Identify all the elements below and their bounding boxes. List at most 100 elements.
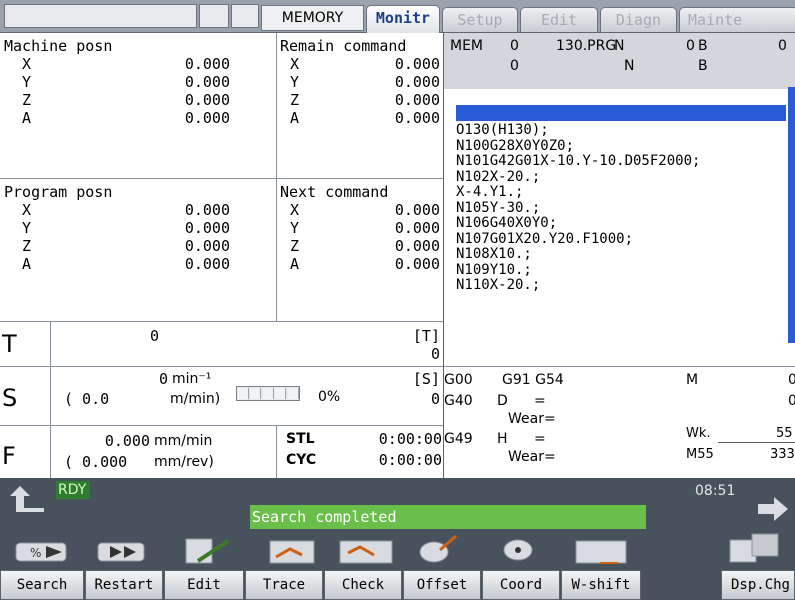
b-label-1: B — [698, 38, 708, 54]
modal-g91-g54: G91 G54 — [502, 372, 564, 388]
stl-time: 0:00:00 — [378, 430, 442, 448]
spindle-load-meter — [236, 386, 300, 401]
program-scrollbar[interactable] — [788, 87, 795, 343]
status-message-bar: Search completed — [250, 505, 646, 529]
tab-diagn[interactable]: Diagn — [600, 7, 677, 32]
program-line: N105Y-30.; — [456, 199, 541, 216]
cyc-time: 0:00:00 — [378, 451, 442, 469]
machine-posn-title: Machine posn — [4, 37, 113, 55]
f-per-rev-unit: mm/rev) — [154, 454, 214, 470]
tab-mainte[interactable]: Mainte — [679, 7, 795, 32]
divider-horizontal-t — [0, 321, 443, 322]
divider-horizontal-f — [0, 425, 443, 426]
mem-label: MEM — [450, 38, 484, 54]
d-equals: = — [534, 393, 546, 409]
o-number-1: 0 — [510, 38, 519, 54]
axis-value: 0.000 — [184, 91, 230, 109]
tab-edit[interactable]: Edit — [520, 7, 598, 32]
softkey-offset[interactable]: Offset — [403, 570, 481, 600]
clock: 08:51 — [695, 483, 736, 499]
f-label: F — [2, 442, 16, 470]
axis-label: X — [22, 201, 32, 219]
f-feed-unit: mm/min — [154, 433, 213, 449]
program-line: N100G28X0Y0Z0; — [456, 137, 575, 154]
current-line-highlight — [456, 105, 786, 121]
axis-label: Y — [290, 73, 300, 91]
w-shift-key-icon — [575, 540, 627, 564]
restart-key-icon — [97, 542, 145, 562]
softkey-w-shift[interactable]: W-shift — [561, 570, 641, 600]
s-surface-speed: ( 0.0 — [64, 390, 110, 408]
softkey-trace[interactable]: Trace — [245, 570, 323, 600]
search-key-icon: % — [15, 542, 67, 562]
axis-label: A — [290, 255, 300, 273]
wear-label-2: Wear= — [508, 449, 556, 465]
axis-label: Z — [22, 91, 32, 109]
display-change-key-icon — [729, 533, 779, 563]
top-bar-slot-1 — [199, 4, 229, 28]
softkey-search[interactable]: Search — [0, 570, 84, 600]
divider-vertical-center — [443, 33, 444, 478]
program-line: N109Y10.; — [456, 261, 532, 278]
softkey-restart[interactable]: Restart — [85, 570, 163, 600]
axis-value: 0.000 — [184, 237, 230, 255]
h-equals: = — [534, 431, 546, 447]
axis-label: X — [290, 55, 300, 73]
coord-key-icon — [503, 539, 533, 561]
s-label: S — [2, 384, 18, 412]
axis-label: Z — [22, 237, 32, 255]
program-line: N101G42G01X-10.Y-10.D05F2000; — [456, 153, 701, 169]
next-page-arrow-icon[interactable] — [754, 494, 794, 524]
modal-g40: G40 — [444, 393, 473, 409]
t-sub-value: 0 — [430, 345, 440, 363]
load-meter-cell — [238, 388, 249, 399]
t-label: T — [2, 330, 17, 358]
axis-value: 0.000 — [394, 109, 440, 127]
program-line: N107G01X20.Y20.F1000; — [456, 230, 634, 247]
axis-value: 0.000 — [394, 237, 440, 255]
divider-vertical-label — [50, 321, 51, 478]
s-load-percent: 0% — [318, 389, 341, 405]
softkey-blank — [642, 570, 720, 600]
offset-key-icon — [419, 534, 457, 563]
n-label-1: N — [614, 38, 625, 54]
program-line: N110X-20.; — [456, 277, 541, 293]
load-meter-cell — [250, 388, 262, 399]
s-speed: 0 — [158, 370, 168, 388]
axis-value: 0.000 — [394, 255, 440, 273]
program-listing[interactable]: O130(H130); N100G28X0Y0Z0; N101G42G01X-1… — [448, 89, 788, 339]
m-value-1: 0 — [788, 372, 795, 388]
softkey-edit[interactable]: Edit — [164, 570, 244, 600]
return-up-arrow-icon[interactable] — [6, 484, 48, 514]
divider-horizontal-posn — [0, 178, 443, 179]
check-key-icon — [339, 540, 393, 564]
axis-label: A — [22, 255, 32, 273]
axis-value: 0.000 — [394, 55, 440, 73]
trace-key-icon — [269, 540, 315, 564]
next-command-title: Next command — [280, 183, 389, 201]
h-label: H — [497, 431, 508, 447]
axis-label: X — [290, 201, 300, 219]
modal-g00: G00 — [444, 372, 473, 388]
n-value-1: 0 — [686, 38, 695, 54]
top-bar-slot-2 — [231, 4, 259, 28]
axis-label: A — [22, 109, 32, 127]
softkey-dsp-chg[interactable]: Dsp.Chg — [721, 570, 795, 600]
f-feed: 0.000 — [104, 432, 150, 450]
program-file: 130.PRG — [556, 38, 617, 54]
divider-horizontal-s — [0, 366, 443, 367]
softkey-coord[interactable]: Coord — [482, 570, 560, 600]
wear-label-1: Wear= — [508, 411, 556, 427]
axis-value: 0.000 — [394, 201, 440, 219]
program-lines: O130(H130); N100G28X0Y0Z0; N101G42G01X-1… — [456, 122, 701, 294]
tab-monitr[interactable]: Monitr — [366, 5, 440, 33]
s-speed-unit: min⁻¹ — [172, 371, 212, 387]
program-posn-title: Program posn — [4, 183, 113, 201]
softkey-check[interactable]: Check — [324, 570, 402, 600]
top-bar: MEMORY Monitr Setup Edit Diagn Mainte — [0, 0, 795, 33]
remain-command-title: Remain command — [280, 37, 407, 55]
tab-setup[interactable]: Setup — [442, 7, 518, 32]
divider-vertical-f — [276, 425, 277, 478]
axis-value: 0.000 — [394, 73, 440, 91]
axis-label: Z — [290, 237, 300, 255]
